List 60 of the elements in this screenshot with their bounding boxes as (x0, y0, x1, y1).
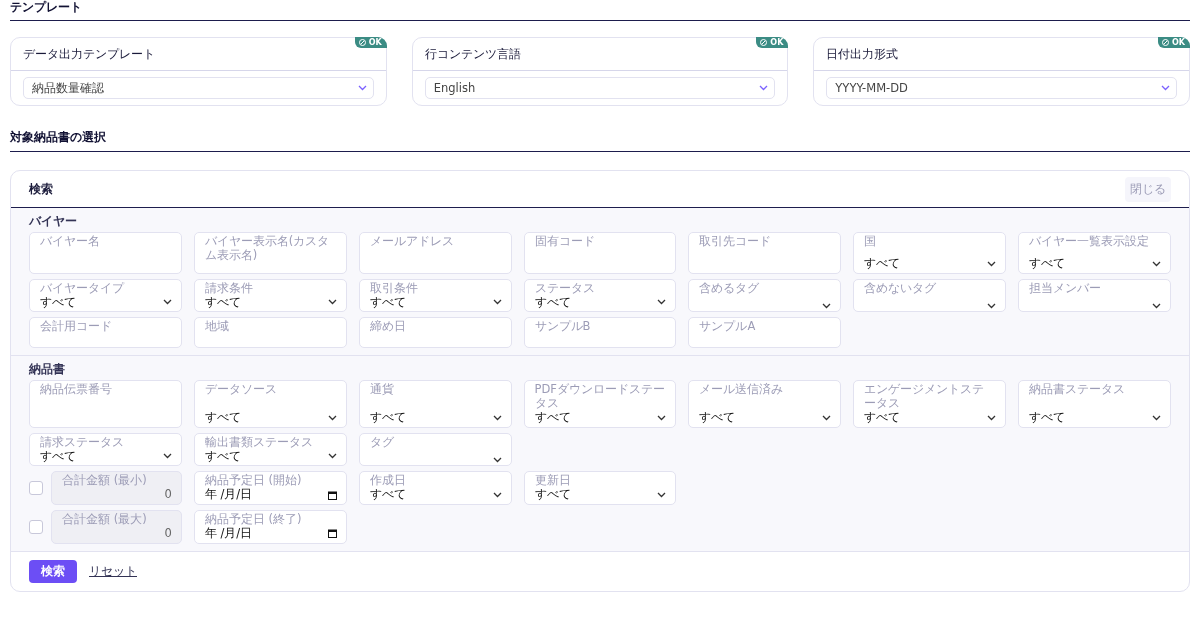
date-field[interactable]: 納品予定日 (開始) 年 /月/日 (193, 471, 347, 505)
select-field[interactable]: 請求ステータス すべて (29, 432, 182, 467)
chevron-down-icon (1152, 414, 1161, 421)
select-field[interactable]: エンゲージメントステータス すべて (853, 380, 1007, 428)
chevron-down-icon (657, 492, 667, 499)
select-field[interactable]: 作成日 すべて (358, 471, 512, 505)
select-field[interactable]: バイヤー一覧表示設定 すべて (1018, 231, 1171, 274)
search-button[interactable]: 検索 (29, 559, 77, 583)
chevron-down-icon (357, 85, 367, 92)
amount-field[interactable]: 合計金額 (最大) 0 (51, 509, 182, 544)
select-field[interactable]: PDFダウンロードステータス すべて (523, 380, 677, 428)
chevron-down-icon (987, 414, 997, 421)
ok-badge: OK (1158, 37, 1190, 49)
calendar-icon (327, 490, 337, 500)
section-title: 納品書 (29, 362, 66, 378)
chevron-down-icon (1152, 260, 1161, 267)
chevron-down-icon (492, 414, 502, 421)
chevron-down-icon (1161, 85, 1170, 92)
section-heading: テンプレート (10, 0, 1190, 22)
chevron-down-icon (987, 260, 997, 267)
ok-badge: OK (354, 37, 387, 49)
checkbox[interactable] (29, 481, 43, 496)
chevron-down-icon (759, 85, 769, 92)
select-field[interactable]: English (424, 77, 776, 100)
chevron-down-icon (492, 457, 502, 464)
reset-link[interactable]: リセット (89, 563, 137, 579)
ok-badge: OK (756, 37, 789, 49)
panel-title: 検索 (29, 180, 53, 198)
select-field[interactable]: 通貨 すべて (358, 380, 512, 428)
select-field[interactable]: メール送信済み すべて (688, 380, 842, 428)
chevron-down-icon (162, 453, 172, 460)
chevron-down-icon (492, 492, 502, 499)
chevron-down-icon (327, 299, 337, 306)
chevron-down-icon (327, 414, 337, 421)
chevron-down-icon (822, 303, 832, 310)
section-title: バイヤー (29, 213, 78, 229)
calendar-icon (327, 529, 337, 539)
chevron-down-icon (1152, 303, 1161, 310)
select-field[interactable]: 輸出書類ステータス すべて (193, 432, 347, 467)
chevron-down-icon (657, 414, 667, 421)
select-field[interactable]: データソース すべて (193, 380, 347, 428)
chevron-down-icon (657, 299, 667, 306)
select-field[interactable]: 取引条件 すべて (358, 278, 512, 313)
select-field[interactable]: バイヤータイプ すべて (29, 278, 182, 313)
checkbox[interactable] (29, 519, 43, 534)
select-field[interactable]: YYYY-MM-DD (826, 77, 1177, 100)
select-field[interactable]: 国 すべて (853, 231, 1007, 274)
chevron-down-icon (822, 414, 832, 421)
chevron-down-icon (327, 453, 337, 460)
chevron-down-icon (987, 303, 997, 310)
select-field[interactable]: 更新日 すべて (523, 471, 677, 505)
chevron-down-icon (492, 299, 502, 306)
section-heading: 対象納品書の選択 (10, 130, 1190, 152)
select-field[interactable]: 請求条件 すべて (193, 278, 347, 313)
select-field[interactable]: ステータス すべて (523, 278, 677, 313)
date-field[interactable]: 納品予定日 (終了) 年 /月/日 (193, 509, 347, 544)
chevron-down-icon (162, 299, 172, 306)
select-field[interactable]: 納品書ステータス すべて (1018, 380, 1171, 428)
amount-field[interactable]: 合計金額 (最小) 0 (51, 471, 182, 505)
select-field[interactable]: 納品数量確認 (23, 77, 374, 100)
